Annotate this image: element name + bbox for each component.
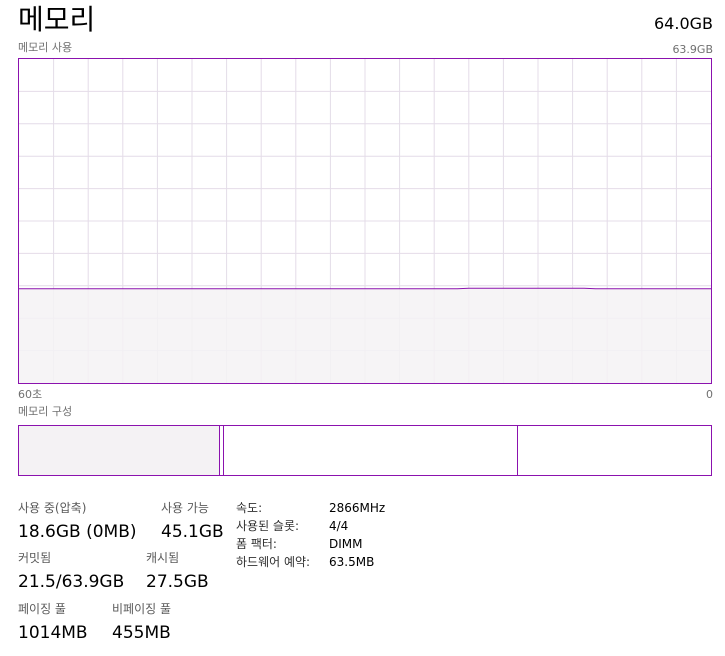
usage-area — [19, 288, 711, 383]
available-value: 45.1GB — [161, 522, 224, 542]
page-title: 메모리 — [18, 3, 96, 36]
total-memory: 64.0GB — [654, 14, 713, 33]
cached-label: 캐시됨 — [146, 551, 180, 565]
hardware-reserved-label: 하드웨어 예약: — [236, 555, 311, 569]
composition-segment-standby[interactable] — [223, 426, 519, 475]
in-use-value: 18.6GB (0MB) — [18, 522, 137, 542]
composition-label: 메모리 구성 — [18, 405, 73, 418]
nonpaged-pool-value: 455MB — [112, 623, 171, 643]
speed-label: 속도: — [236, 501, 263, 515]
composition-segment-in-use[interactable] — [19, 426, 221, 475]
usage-graph-time-right: 0 — [706, 388, 713, 401]
hardware-reserved-value: 63.5MB — [329, 555, 375, 569]
paged-pool-value: 1014MB — [18, 623, 88, 643]
form-factor-label: 폼 팩터: — [236, 537, 277, 551]
usage-graph-max: 63.9GB — [672, 43, 713, 56]
nonpaged-pool-label: 비페이징 풀 — [112, 602, 172, 616]
usage-graph-time-left: 60초 — [18, 388, 43, 401]
in-use-label: 사용 중(압축) — [18, 501, 87, 515]
slots-used-value: 4/4 — [329, 519, 349, 533]
usage-graph-svg — [19, 59, 711, 383]
cached-value: 27.5GB — [146, 572, 209, 592]
form-factor-value: DIMM — [329, 537, 363, 551]
committed-value: 21.5/63.9GB — [18, 572, 125, 592]
slots-used-label: 사용된 슬롯: — [236, 519, 300, 533]
memory-composition-bar — [18, 425, 712, 476]
memory-usage-graph — [18, 58, 712, 384]
speed-value: 2866MHz — [329, 501, 386, 515]
committed-label: 커밋됨 — [18, 551, 52, 565]
usage-line — [19, 287, 711, 290]
usage-graph-label: 메모리 사용 — [18, 41, 73, 54]
composition-segment-free[interactable] — [518, 426, 711, 475]
available-label: 사용 가능 — [161, 501, 209, 515]
paged-pool-label: 페이징 풀 — [18, 602, 66, 616]
